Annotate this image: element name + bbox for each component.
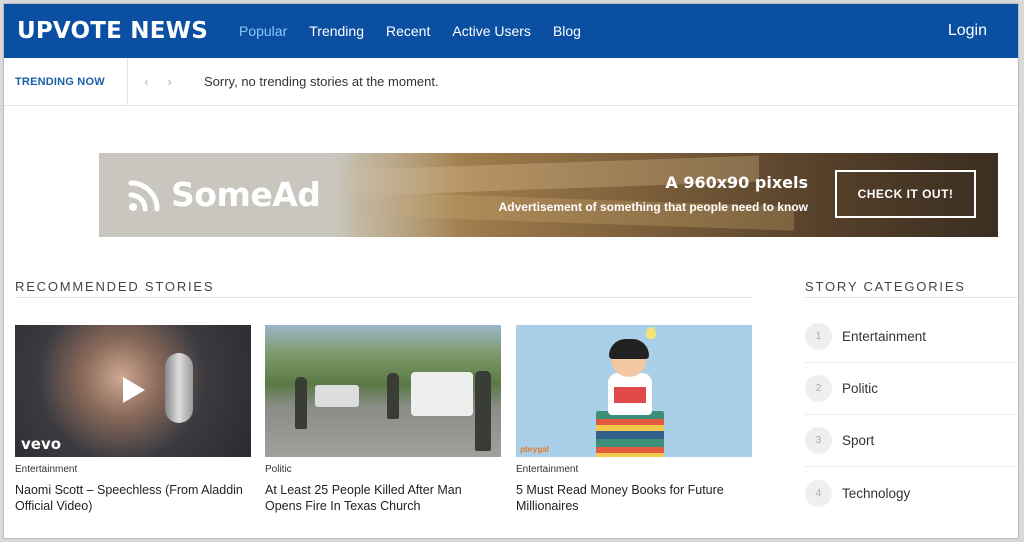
open-book-image	[614, 387, 646, 403]
browser-frame: UPVOTE NEWS Popular Trending Recent Acti…	[3, 3, 1019, 539]
story-thumbnail[interactable]	[265, 325, 501, 457]
ad-title: A 960x90 pixels	[665, 173, 808, 192]
story-card[interactable]: vevo Entertainment Naomi Scott – Speechl…	[15, 325, 251, 514]
category-item-entertainment[interactable]: 1 Entertainment	[805, 311, 1018, 363]
story-thumbnail[interactable]: vevo	[15, 325, 251, 457]
story-card[interactable]: pbrygal Entertainment 5 Must Read Money …	[516, 325, 752, 514]
divider	[805, 297, 1018, 298]
ad-logo: SomeAd	[127, 175, 321, 214]
play-icon[interactable]	[123, 377, 145, 403]
trending-message: Sorry, no trending stories at the moment…	[204, 74, 439, 89]
lightbulb-icon	[646, 327, 656, 339]
category-item-politic[interactable]: 2 Politic	[805, 363, 1018, 415]
story-title[interactable]: At Least 25 People Killed After Man Open…	[265, 482, 501, 514]
category-number: 1	[805, 323, 832, 350]
vevo-logo: vevo	[21, 435, 62, 453]
nav-recent[interactable]: Recent	[386, 23, 430, 39]
category-name[interactable]: Politic	[842, 381, 878, 396]
person-figure	[295, 377, 307, 429]
nav-blog[interactable]: Blog	[553, 23, 581, 39]
character-hair	[609, 339, 649, 359]
ad-banner[interactable]: SomeAd A 960x90 pixels Advertisement of …	[99, 153, 998, 237]
category-name[interactable]: Entertainment	[842, 329, 926, 344]
person-figure	[387, 373, 399, 419]
car-image	[411, 372, 473, 416]
story-category[interactable]: Politic	[265, 464, 501, 475]
ad-brand: SomeAd	[171, 175, 321, 214]
story-card[interactable]: Politic At Least 25 People Killed After …	[265, 325, 501, 514]
category-number: 3	[805, 427, 832, 454]
story-title[interactable]: 5 Must Read Money Books for Future Milli…	[516, 482, 752, 514]
ad-subtitle: Advertisement of something that people n…	[498, 200, 808, 214]
story-category[interactable]: Entertainment	[516, 464, 752, 475]
site-logo[interactable]: UPVOTE NEWS	[17, 18, 208, 44]
trending-bar: TRENDING NOW ‹ › Sorry, no trending stor…	[4, 57, 1018, 106]
ad-cta-button[interactable]: CHECK IT OUT!	[835, 170, 976, 218]
divider	[15, 297, 752, 298]
nav-active-users[interactable]: Active Users	[452, 23, 531, 39]
site-header: UPVOTE NEWS Popular Trending Recent Acti…	[4, 4, 1018, 58]
category-name[interactable]: Technology	[842, 486, 910, 501]
trending-label: TRENDING NOW	[4, 57, 128, 106]
chevron-right-icon[interactable]: ›	[165, 73, 175, 91]
wifi-icon	[128, 180, 160, 211]
category-number: 4	[805, 479, 832, 507]
category-item-sport[interactable]: 3 Sport	[805, 415, 1018, 467]
nav-popular[interactable]: Popular	[239, 23, 287, 39]
nav-trending[interactable]: Trending	[309, 23, 364, 39]
category-name[interactable]: Sport	[842, 433, 874, 448]
category-list: 1 Entertainment 2 Politic 3 Sport 4 Tech…	[805, 311, 1018, 519]
story-thumbnail[interactable]: pbrygal	[516, 325, 752, 457]
story-title[interactable]: Naomi Scott – Speechless (From Aladdin O…	[15, 482, 251, 514]
category-number: 2	[805, 375, 832, 402]
recommended-heading: RECOMMENDED STORIES	[15, 279, 215, 294]
login-link[interactable]: Login	[948, 22, 987, 40]
categories-heading: STORY CATEGORIES	[805, 279, 966, 294]
story-category[interactable]: Entertainment	[15, 464, 251, 475]
person-figure	[475, 371, 491, 451]
chevron-left-icon[interactable]: ‹	[141, 73, 151, 91]
main-nav: Popular Trending Recent Active Users Blo…	[239, 23, 603, 39]
image-brand: pbrygal	[520, 445, 549, 454]
car-image	[315, 385, 359, 407]
trending-arrows: ‹ ›	[128, 73, 188, 91]
microphone-image	[165, 353, 193, 423]
book-stack-image	[596, 411, 664, 457]
category-item-technology[interactable]: 4 Technology	[805, 467, 1018, 519]
